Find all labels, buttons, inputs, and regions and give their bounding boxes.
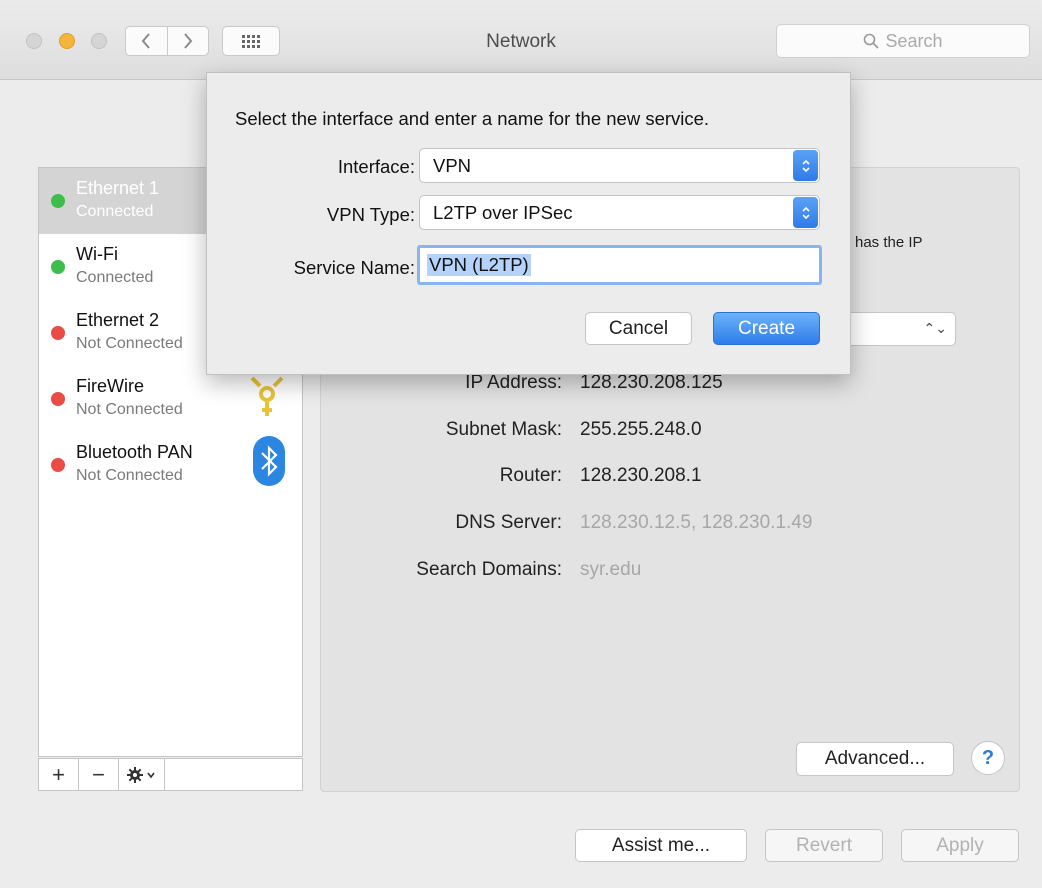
vpn-type-value: L2TP over IPSec (433, 201, 573, 223)
help-button[interactable]: ? (971, 741, 1005, 775)
ip-address-value: 128.230.208.125 (580, 372, 723, 393)
status-description-fragment: has the IP (855, 234, 923, 251)
service-item-bluetooth-pan[interactable]: Bluetooth PAN Not Connected (39, 432, 302, 498)
interface-popup[interactable]: VPN (419, 148, 820, 183)
assist-me-button[interactable]: Assist me... (575, 829, 747, 862)
service-list-toolbar: + − (38, 758, 303, 791)
subnet-mask-label: Subnet Mask: (445, 419, 562, 440)
interface-label: Interface: (337, 156, 415, 177)
add-service-button[interactable]: + (39, 759, 79, 790)
service-status: Connected (76, 203, 154, 220)
search-domains-value: syr.edu (580, 559, 642, 580)
sheet-prompt: Select the interface and enter a name fo… (235, 108, 710, 129)
service-status: Not Connected (76, 401, 183, 418)
service-name-field[interactable]: VPN (L2TP) (417, 245, 822, 285)
search-placeholder: Search (885, 30, 943, 51)
action-menu-button[interactable] (119, 759, 165, 790)
subnet-mask-value: 255.255.248.0 (580, 419, 702, 440)
search-domains-label: Search Domains: (416, 559, 562, 580)
status-dot (51, 194, 65, 208)
apply-button[interactable]: Apply (901, 829, 1019, 862)
up-down-arrows-icon (793, 150, 818, 181)
up-down-arrows-icon (793, 197, 818, 228)
search-field[interactable]: Search (776, 24, 1030, 58)
dns-server-value: 128.230.12.5, 128.230.1.49 (580, 512, 813, 533)
vpn-type-label: VPN Type: (326, 204, 415, 225)
service-name: Wi-Fi (76, 244, 118, 264)
service-name-value: VPN (L2TP) (427, 254, 531, 276)
router-label: Router: (499, 465, 562, 486)
revert-button[interactable]: Revert (765, 829, 883, 862)
service-item-firewire[interactable]: FireWire Not Connected (39, 366, 302, 432)
service-name: FireWire (76, 376, 144, 396)
service-name: Ethernet 1 (76, 178, 160, 198)
interface-value: VPN (433, 154, 472, 176)
cancel-button[interactable]: Cancel (585, 312, 692, 345)
service-name: Bluetooth PAN (76, 442, 193, 462)
router-value: 128.230.208.1 (580, 465, 702, 486)
service-status: Connected (76, 269, 154, 286)
service-name: Ethernet 2 (76, 310, 160, 330)
title-bar: Network Search (0, 0, 1042, 80)
status-dot (51, 458, 65, 472)
up-down-arrows-icon: ⌃⌄ (923, 320, 947, 336)
status-dot (51, 326, 65, 340)
create-button[interactable]: Create (713, 312, 820, 345)
status-dot (51, 260, 65, 274)
ip-address-label: IP Address: (465, 372, 562, 393)
advanced-button[interactable]: Advanced... (796, 742, 954, 776)
firewire-icon (248, 372, 286, 425)
status-dot (51, 392, 65, 406)
vpn-type-popup[interactable]: L2TP over IPSec (419, 195, 820, 230)
new-service-sheet: Select the interface and enter a name fo… (206, 72, 851, 375)
service-status: Not Connected (76, 335, 183, 352)
gear-icon (126, 766, 155, 783)
bluetooth-icon (252, 435, 286, 492)
search-icon (864, 33, 880, 49)
dns-server-label: DNS Server: (455, 512, 562, 533)
service-name-label: Service Name: (293, 257, 415, 278)
remove-service-button[interactable]: − (79, 759, 119, 790)
service-status: Not Connected (76, 467, 183, 484)
